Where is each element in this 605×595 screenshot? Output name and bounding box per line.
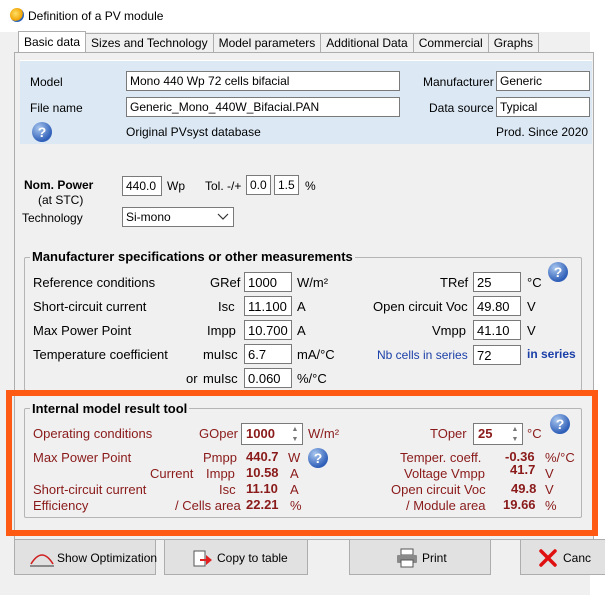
isc-row-label: Short-circuit current [33, 299, 147, 314]
window-title: Definition of a PV module [28, 9, 164, 23]
tab-bar: Basic data Sizes and Technology Model pa… [18, 31, 540, 53]
tolerance-plus-field[interactable]: 1.5 [274, 175, 299, 195]
nom-power-unit: Wp [167, 179, 185, 193]
manufacturer-label: Manufacturer [423, 75, 494, 89]
tab-commercial[interactable]: Commercial [412, 33, 489, 52]
specs-title: Manufacturer specifications or other mea… [30, 249, 355, 264]
tolerance-unit: % [305, 179, 316, 193]
tolerance-label: Tol. -/+ [205, 179, 242, 193]
vmpp-field[interactable]: 41.10 [473, 320, 521, 340]
print-label: Print [422, 551, 447, 565]
pvsyst-app-icon [10, 8, 24, 22]
nom-power-field[interactable]: 440.0 [122, 176, 162, 196]
muisc-percent-unit: %/°C [297, 371, 327, 386]
datasource-label: Data source [429, 101, 494, 115]
tref-field[interactable]: 25 [473, 272, 521, 292]
muisc-field[interactable]: 6.7 [244, 344, 292, 364]
print-button[interactable]: Print [349, 539, 491, 575]
isc-unit: A [297, 299, 306, 314]
copy-arrow-icon [193, 550, 212, 567]
show-optimization-label: Show Optimization [57, 551, 158, 565]
muisc-label: muIsc [203, 347, 238, 362]
voc-label: Open circuit Voc [373, 299, 468, 314]
copy-to-table-label: Copy to table [217, 551, 288, 565]
tref-label: TRef [440, 275, 469, 290]
temp-coeff-label: Temperature coefficient [33, 347, 168, 362]
tab-basic-data[interactable]: Basic data [18, 31, 87, 52]
cancel-button[interactable]: Canc [520, 539, 605, 575]
show-optimization-button[interactable]: Show Optimization [14, 539, 158, 575]
or-label: or [186, 371, 198, 386]
gref-field[interactable]: 1000 [244, 272, 292, 292]
highlight-frame [6, 390, 598, 536]
filename-field[interactable]: Generic_Mono_440W_Bifacial.PAN [126, 97, 400, 117]
vmpp-unit: V [527, 323, 536, 338]
mpp-row-label: Max Power Point [33, 323, 132, 338]
impp-label: Impp [207, 323, 236, 338]
tab-model-parameters[interactable]: Model parameters [212, 33, 322, 52]
tolerance-minus-field[interactable]: 0.0 [246, 175, 271, 195]
help-question-icon[interactable]: ? [32, 122, 52, 142]
tab-additional-data[interactable]: Additional Data [320, 33, 414, 52]
nom-power-label: Nom. Power [24, 178, 94, 192]
voc-unit: V [527, 299, 536, 314]
specs-help-icon[interactable]: ? [548, 262, 568, 282]
cancel-label: Canc [563, 551, 592, 565]
technology-label: Technology [22, 211, 83, 225]
technology-value: Si-mono [126, 210, 171, 224]
tab-graphs[interactable]: Graphs [487, 33, 540, 52]
gref-unit: W/m² [297, 275, 329, 290]
impp-unit: A [297, 323, 306, 338]
cells-series-unit: in series [527, 347, 576, 361]
ref-conditions-label: Reference conditions [33, 275, 156, 290]
printer-icon [397, 548, 417, 568]
voc-field[interactable]: 49.80 [473, 296, 521, 316]
model-label: Model [30, 75, 63, 89]
gref-label: GRef [210, 275, 241, 290]
muisc-unit: mA/°C [297, 347, 335, 362]
cells-series-field[interactable]: 72 [473, 345, 521, 365]
muisc-percent-label: muIsc [203, 371, 238, 386]
manufacturer-field[interactable]: Generic [496, 71, 590, 91]
vmpp-label: Vmpp [432, 323, 466, 338]
muisc-percent-field[interactable]: 0.060 [244, 368, 292, 388]
copy-to-table-button[interactable]: Copy to table [164, 539, 308, 575]
model-field[interactable]: Mono 440 Wp 72 cells bifacial [126, 71, 400, 91]
technology-select[interactable]: Si-mono [122, 207, 234, 227]
title-bar: Definition of a PV module [0, 0, 605, 32]
cells-series-label: Nb cells in series [377, 348, 468, 362]
tref-unit: °C [527, 275, 542, 290]
stc-label: (at STC) [38, 193, 84, 207]
datasource-field[interactable]: Typical [496, 97, 590, 117]
isc-field[interactable]: 11.100 [244, 296, 292, 316]
impp-field[interactable]: 10.700 [244, 320, 292, 340]
filename-label: File name [30, 101, 83, 115]
tab-sizes-technology[interactable]: Sizes and Technology [85, 33, 214, 52]
optimization-curve-icon [30, 554, 54, 567]
database-text: Original PVsyst database [126, 125, 261, 139]
isc-label: Isc [218, 299, 235, 314]
cancel-x-icon [539, 549, 557, 567]
prod-since-text: Prod. Since 2020 [496, 125, 589, 139]
chevron-down-icon [217, 213, 229, 220]
